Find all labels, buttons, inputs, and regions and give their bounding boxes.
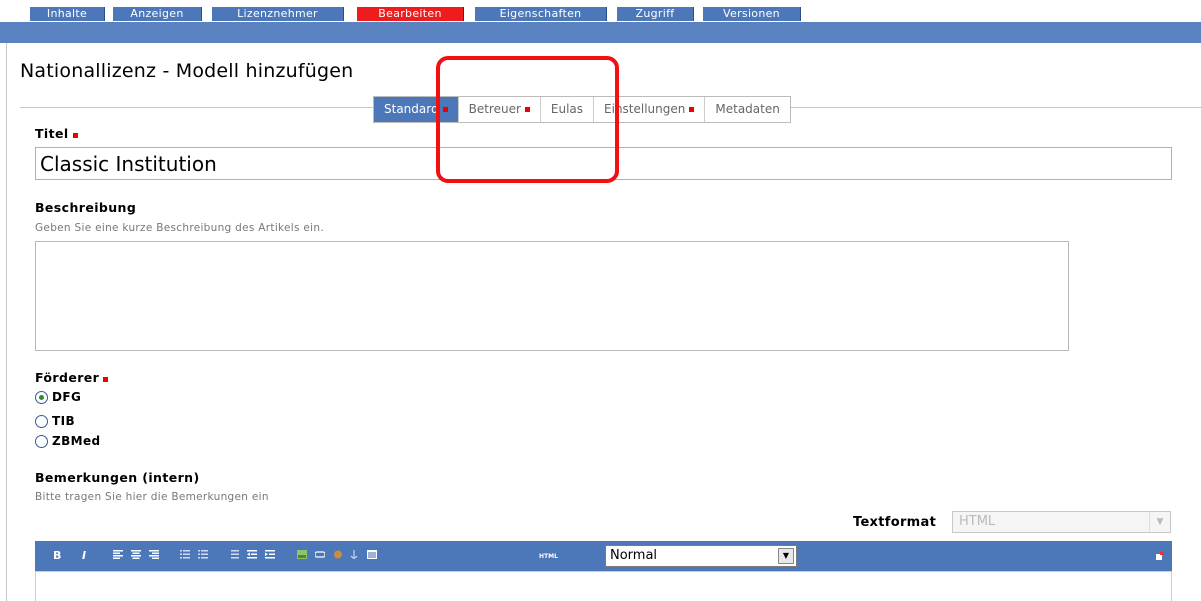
radio-label: DFG [52,390,82,404]
html-source-button[interactable]: HTML [539,551,558,563]
textformat-label: Textformat [853,515,937,530]
align-center-icon[interactable] [131,550,141,559]
beschreibung-hint: Geben Sie eine kurze Beschreibung des Ar… [35,222,324,234]
beschreibung-textarea[interactable] [35,241,1069,351]
left-border [6,43,7,601]
required-marker [689,107,695,112]
tab-lizenznehmer[interactable]: Lizenznehmer [212,7,344,21]
radio-zbmed[interactable]: ZBMed [35,434,101,448]
radio-checked-icon[interactable] [35,390,48,404]
table-icon[interactable] [367,550,377,559]
beschreibung-label: Beschreibung [35,200,137,215]
link-icon[interactable] [315,550,325,559]
top-navigation: Inhalte Anzeigen Lizenznehmer Bearbeiten… [0,0,1201,22]
globe-icon[interactable] [333,550,343,559]
titel-label-text: Titel [35,126,69,141]
radio-label: TIB [52,414,75,428]
outdent-icon[interactable] [247,550,257,559]
foerderer-label: Förderer [35,370,109,385]
required-marker [103,377,109,382]
tab-versionen[interactable]: Versionen [703,7,801,21]
subtab-metadaten[interactable]: Metadaten [705,97,789,122]
textformat-value: HTML [959,514,996,529]
format-select-value: Normal [610,548,658,563]
page-title: Nationallizenz - Modell hinzufügen [20,60,354,82]
radio-tib[interactable]: TIB [35,414,75,428]
titel-label: Titel [35,126,78,141]
editor-content-area[interactable] [35,571,1172,601]
format-select[interactable]: Normal ▼ [605,545,797,567]
highlight-annotation [436,56,619,183]
indent-icon[interactable] [265,550,275,559]
anchor-icon[interactable] [349,550,359,559]
bemerkungen-label: Bemerkungen (intern) [35,470,200,485]
bold-button[interactable]: B [53,550,61,562]
unordered-list-icon[interactable] [198,550,208,559]
tab-eigenschaften[interactable]: Eigenschaften [475,7,607,21]
italic-button[interactable]: I [82,550,86,562]
foerderer-label-text: Förderer [35,370,100,385]
subtab-label: Standard [384,102,439,116]
maximize-icon[interactable] [1156,552,1164,560]
editor-toolbar: B I HTML Normal ▼ [35,541,1172,571]
bemerkungen-hint: Bitte tragen Sie hier die Bemerkungen ei… [35,491,269,503]
image-icon[interactable] [297,550,307,559]
required-marker [72,133,78,138]
list-icon[interactable] [229,550,239,559]
align-right-icon[interactable] [149,550,159,559]
chevron-down-icon: ▼ [1149,512,1170,532]
radio-dfg[interactable]: DFG [35,390,81,404]
header-bar [0,22,1201,43]
tab-anzeigen[interactable]: Anzeigen [113,7,202,21]
textformat-select[interactable]: HTML ▼ [952,511,1171,533]
tab-bearbeiten[interactable]: Bearbeiten [357,7,464,21]
radio-unchecked-icon[interactable] [35,434,48,448]
subtab-label: Metadaten [715,102,780,116]
radio-label: ZBMed [52,434,101,448]
tab-zugriff[interactable]: Zugriff [617,7,694,21]
align-left-icon[interactable] [113,550,123,559]
tab-inhalte[interactable]: Inhalte [30,7,105,21]
ordered-list-icon[interactable] [180,550,190,559]
chevron-down-icon: ▼ [778,548,794,564]
titel-input-value: Classic Institution [40,152,217,176]
radio-unchecked-icon[interactable] [35,414,48,428]
